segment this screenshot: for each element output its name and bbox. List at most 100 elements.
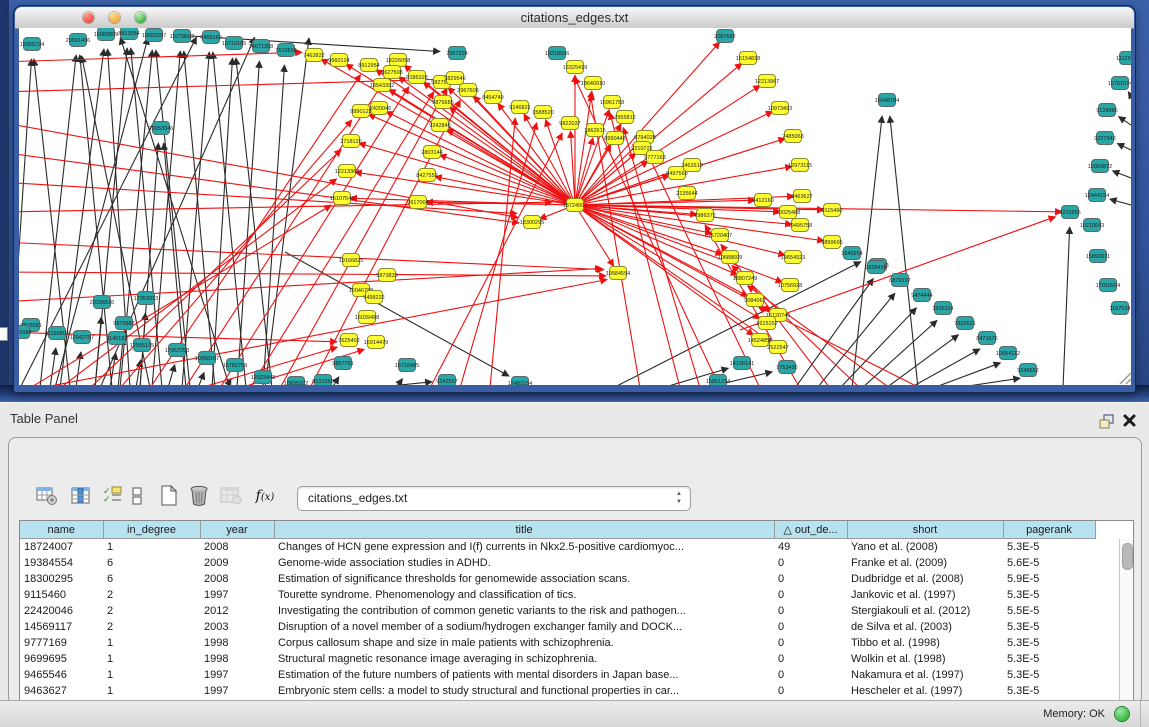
graph-node[interactable]: 16648784 — [875, 94, 899, 107]
table-cell[interactable] — [1095, 587, 1120, 603]
graph-edge[interactable] — [50, 348, 56, 388]
graph-node[interactable]: 10973493 — [768, 102, 792, 115]
graph-node[interactable]: 9084067 — [744, 294, 765, 307]
graph-node[interactable]: 11156803 — [45, 327, 69, 340]
table-cell[interactable]: 2012 — [200, 603, 274, 619]
close-panel-icon[interactable] — [1122, 413, 1138, 429]
graph-node[interactable]: 10756928 — [778, 279, 802, 292]
delete-column-icon[interactable] — [187, 484, 211, 508]
graph-node[interactable]: 19654923 — [781, 251, 805, 264]
graph-edge[interactable] — [1117, 143, 1131, 150]
graph-edge[interactable] — [447, 129, 575, 205]
graph-edge[interactable] — [90, 150, 341, 388]
graph-edge[interactable] — [575, 205, 614, 266]
memory-ok-icon[interactable] — [1115, 707, 1129, 721]
table-settings-icon[interactable] — [35, 484, 59, 508]
graph-node[interactable]: 7957224 — [446, 47, 467, 60]
table-cell[interactable]: de Silva et al. (2003) — [847, 619, 1003, 635]
column-header-out_de...[interactable]: △ out_de... — [774, 521, 847, 539]
graph-node[interactable]: 15751074 — [1108, 77, 1132, 90]
graph-node[interactable]: 9627508 — [381, 66, 402, 79]
table-cell[interactable]: 0 — [774, 555, 847, 571]
table-cell[interactable]: Estimation of the future numbers of pati… — [274, 667, 774, 683]
graph-edge[interactable] — [933, 363, 1001, 388]
graph-node[interactable]: 15278602 — [170, 30, 194, 43]
new-column-icon[interactable] — [157, 484, 181, 508]
graph-node[interactable]: 9129966 — [1096, 104, 1117, 117]
graph-node[interactable]: 10688609 — [718, 251, 742, 264]
graph-node[interactable]: 16154838 — [736, 52, 760, 65]
graph-node[interactable]: 8813054 — [118, 27, 139, 40]
graph-node[interactable]: 9857791 — [332, 357, 353, 370]
graph-node[interactable]: 9829546 — [444, 72, 465, 85]
table-cell[interactable]: 0 — [774, 667, 847, 683]
graph-node[interactable]: 12042757 — [70, 331, 94, 344]
graph-node[interactable]: 3915984 — [10, 326, 31, 339]
scrollbar-thumb[interactable] — [1122, 543, 1133, 570]
table-row[interactable]: 946554611997Estimation of the future num… — [20, 667, 1120, 683]
table-row[interactable]: 1938455462009Genome-wide association stu… — [20, 555, 1120, 571]
column-header-title[interactable]: title — [274, 521, 774, 539]
graph-node[interactable]: 12444154 — [1085, 189, 1109, 202]
graph-node[interactable]: 9242848 — [429, 119, 450, 132]
table-cell[interactable]: 9777169 — [20, 635, 103, 651]
graph-node[interactable]: 10654112 — [996, 347, 1020, 360]
graph-edge[interactable] — [460, 123, 537, 388]
graph-node[interactable]: 7462610 — [681, 159, 702, 172]
graph-node[interactable]: 10210643 — [1080, 219, 1104, 232]
graph-edge[interactable] — [575, 91, 592, 205]
table-cell[interactable]: 2009 — [200, 555, 274, 571]
table-cell[interactable]: Embryonic stem cells: a model to study s… — [274, 683, 774, 699]
graph-node[interactable]: 7625402 — [338, 334, 359, 347]
row-height-icon[interactable] — [129, 484, 145, 508]
graph-edge[interactable] — [1112, 171, 1131, 178]
graph-node[interactable]: 16039488 — [355, 311, 379, 324]
table-cell[interactable]: Disruption of a novel member of a sodium… — [274, 619, 774, 635]
table-row[interactable]: 946362711997Embryonic stem cells: a mode… — [20, 683, 1120, 699]
table-cell[interactable]: Tibbo et al. (1998) — [847, 635, 1003, 651]
table-cell[interactable]: 22420046 — [20, 603, 103, 619]
graph-node[interactable]: 9890123 — [350, 105, 371, 118]
graph-node[interactable]: 16961758 — [600, 96, 624, 109]
table-cell[interactable]: 6 — [103, 555, 200, 571]
graph-node[interactable]: 9245652 — [1017, 364, 1038, 377]
table-cell[interactable]: 9699695 — [20, 651, 103, 667]
graph-node[interactable]: 7485063 — [782, 130, 803, 143]
table-cell[interactable]: 1997 — [200, 667, 274, 683]
graph-node[interactable]: 10025488 — [776, 206, 800, 219]
graph-node[interactable]: 9975887 — [113, 317, 134, 330]
table-cell[interactable]: Franke et al. (2009) — [847, 555, 1003, 571]
table-cell[interactable]: 2008 — [200, 539, 274, 556]
graph-node[interactable]: 2718126 — [340, 135, 361, 148]
table-cell[interactable]: 1998 — [200, 651, 274, 667]
graph-node[interactable]: 19584554 — [606, 267, 630, 280]
table-cell[interactable]: 18724007 — [20, 539, 103, 556]
graph-node[interactable]: 15716485 — [395, 359, 419, 372]
table-cell[interactable]: 1 — [103, 651, 200, 667]
graph-node[interactable]: 2967608 — [457, 84, 478, 97]
table-cell[interactable]: 5.9E-5 — [1003, 571, 1095, 587]
graph-node[interactable]: 13325419 — [563, 61, 587, 74]
graph-node[interactable]: 12213363 — [335, 165, 359, 178]
table-cell[interactable]: 2 — [103, 603, 200, 619]
table-row[interactable]: 2242004622012Investigating the contribut… — [20, 603, 1120, 619]
graph-node[interactable]: 10958167 — [195, 352, 219, 365]
graph-edge[interactable] — [0, 122, 518, 218]
graph-node[interactable]: 19166825 — [339, 254, 363, 267]
graph-edge[interactable] — [198, 372, 204, 388]
graph-node[interactable]: 12482154 — [508, 377, 532, 390]
graph-node[interactable]: 10719185 — [222, 37, 246, 50]
graph-node[interactable]: 8454749 — [482, 91, 503, 104]
table-cell[interactable]: 2008 — [200, 571, 274, 587]
graph-node[interactable]: 9938456 — [865, 261, 886, 274]
table-cell[interactable]: 0 — [774, 603, 847, 619]
graph-node[interactable]: 6879197 — [889, 274, 910, 287]
graph-node[interactable]: 7463822 — [303, 49, 324, 62]
graph-node[interactable]: 9498222 — [363, 291, 384, 304]
table-cell[interactable]: Wolkin et al. (1998) — [847, 651, 1003, 667]
table-cell[interactable]: Nakamura et al. (1997) — [847, 667, 1003, 683]
graph-node[interactable]: 7986372 — [694, 209, 715, 222]
graph-edge[interactable] — [1110, 199, 1131, 205]
table-cell[interactable]: 5.3E-5 — [1003, 683, 1095, 699]
table-cell[interactable]: 2003 — [200, 619, 274, 635]
